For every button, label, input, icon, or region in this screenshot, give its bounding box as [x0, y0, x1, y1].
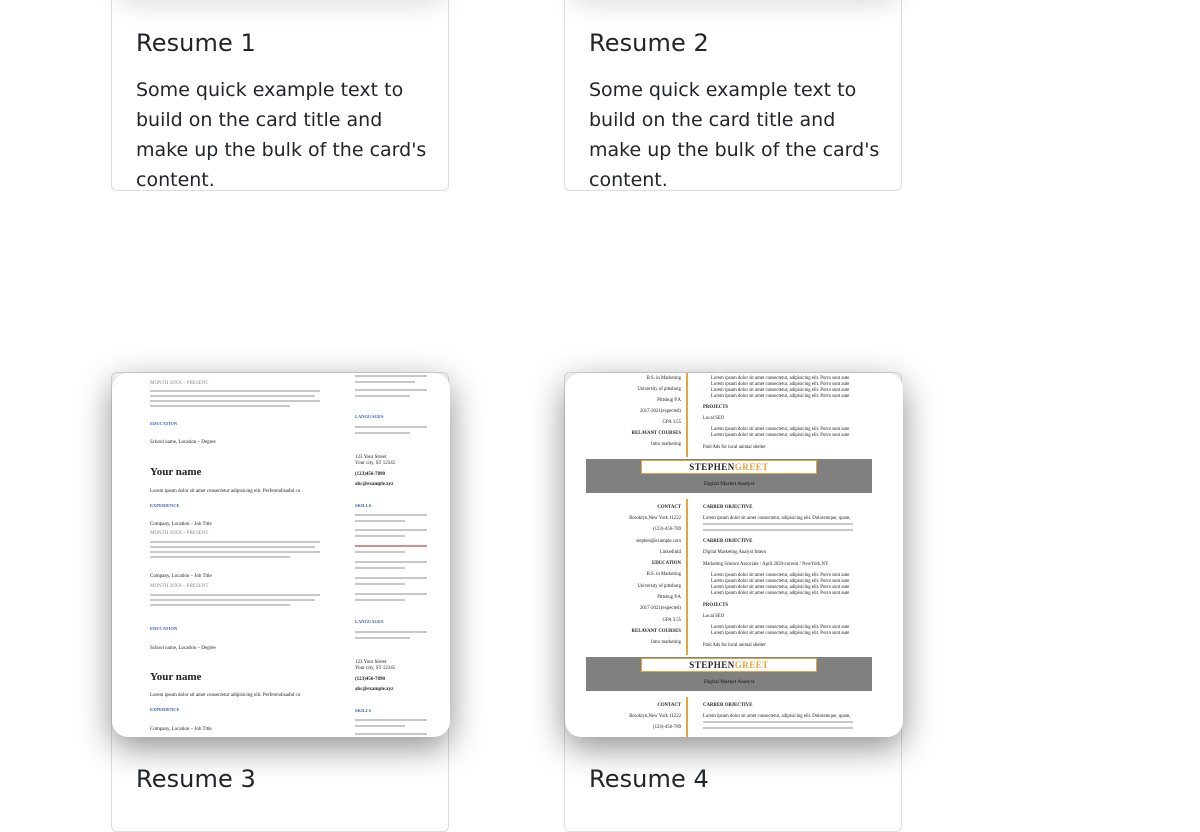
phone-text: (123)-456-789: [653, 527, 681, 532]
projects-heading: PROJECTS: [703, 603, 729, 608]
phone-text: (123)456-7890: [355, 677, 385, 682]
dates-text: MONTH 20XX – PRESENT: [150, 584, 209, 589]
contact-heading: CONTACT: [657, 505, 681, 510]
courses-heading: RELAVANT COURSES: [631, 629, 681, 634]
seo-text: Local SEO: [703, 416, 725, 421]
card-title: Resume 2: [589, 29, 709, 57]
school-text: School name, Location – Degree: [150, 646, 216, 651]
bullet-text: Lorem ipsum dolor sit amet consectetur, …: [711, 591, 850, 596]
degree-text: B.S. in Marketing: [646, 376, 681, 381]
degree-text: B.S. in Marketing: [646, 572, 681, 577]
projects-heading: PROJECTS: [703, 405, 729, 410]
career-heading: CARRER OBJECTIVE: [703, 505, 753, 510]
email-text: abc@example.xyz: [355, 482, 394, 487]
education-heading: EDUCATION: [150, 421, 178, 426]
bullet-text: Lorem ipsum dolor sit amet consectetur, …: [711, 433, 850, 438]
dates-text: MONTH 20XX – PRESENT: [150, 381, 209, 386]
linkedin-text: LinkedinId: [659, 550, 681, 555]
phone-text: (123)456-7890: [355, 472, 385, 477]
career-text: Lorem ipsum dolor sit amet consectetur, …: [703, 516, 851, 521]
courses-heading: RELAVANT COURSES: [631, 431, 681, 436]
languages-heading: LANGUAGES: [355, 619, 384, 624]
summary-text: Lorem ipsum dolor sit amet consectetur a…: [150, 489, 301, 494]
gpa-text: GPA 3.55: [662, 420, 682, 425]
company-text: Company, Location – Job Title: [150, 522, 212, 527]
seo-text: Local SEO: [703, 614, 725, 619]
resume-card-2[interactable]: Resume 2 Some quick example text to buil…: [564, 0, 902, 191]
skills-heading: SKILLS: [355, 708, 372, 713]
resume-3-thumbnail[interactable]: MONTH 20XX – PRESENT EDUCATION School na…: [112, 373, 450, 737]
location-text: Brooklyn,New York 11222: [629, 516, 681, 521]
card-title: Resume 4: [589, 765, 709, 793]
company-text: Company, Location – Job Title: [150, 727, 212, 732]
resume-name-box: STEPHENGREET: [641, 658, 817, 672]
summary-text: Lorem ipsum dolor sit amet consectetur a…: [150, 693, 301, 698]
bullet-text: Lorem ipsum dolor sit amet consectetur, …: [711, 631, 850, 636]
resume-3-document: MONTH 20XX – PRESENT EDUCATION School na…: [112, 373, 450, 737]
resume-name-box: STEPHENGREET: [641, 460, 817, 474]
first-name: STEPHEN: [689, 462, 735, 472]
years-text: 2017-2021(expected): [639, 606, 681, 611]
resume-name: Your name: [150, 671, 202, 683]
ads-text: Paid Ads for local animal shelter: [703, 643, 766, 648]
email-text: abc@example.xyz: [355, 687, 394, 692]
course-text: Intro marketing: [651, 442, 681, 447]
resume-header-band: STEPHENGREET Digital Market Analyst: [586, 459, 872, 493]
dates-text: MONTH 20XX – PRESENT: [150, 531, 209, 536]
city-text: Pittsbug P.A: [657, 595, 681, 600]
resume-card-3[interactable]: MONTH 20XX – PRESENT EDUCATION School na…: [111, 372, 450, 832]
contact-heading: CONTACT: [657, 703, 681, 708]
gpa-text: GPA 3.55: [662, 618, 682, 623]
email-text: stephen@example.com: [636, 539, 681, 544]
career-text: Lorem ipsum dolor sit amet consectetur, …: [703, 714, 851, 719]
ads-text: Paid Ads for local animal shelter: [703, 445, 766, 450]
resume-4-document: B.S. in Marketing University of pittsbur…: [565, 373, 903, 737]
role-text: Digital Market Analyst: [703, 481, 755, 487]
school-text: School name, Location – Degree: [150, 440, 216, 445]
role-text: Digital Market Analyst: [703, 679, 755, 685]
resume-4-thumbnail[interactable]: B.S. in Marketing University of pittsbur…: [565, 373, 903, 737]
last-name: GREET: [734, 660, 769, 670]
card-text: Some quick example text to build on the …: [136, 79, 427, 191]
intern-text: Digital Marketing Analyst Intern: [703, 550, 767, 555]
university-text: University of pittsburg: [637, 584, 681, 589]
company-text: Company, Location – Job Title: [150, 574, 212, 579]
university-text: University of pittsburg: [637, 387, 681, 392]
associate-text: Marketing Science Associate / April 2020…: [703, 562, 829, 567]
card-title: Resume 1: [136, 29, 256, 57]
card-text: Some quick example text to build on the …: [589, 79, 880, 191]
location-text: Brooklyn,New York 11222: [629, 714, 681, 719]
resume-name: Your name: [150, 466, 202, 478]
last-name: GREET: [734, 462, 769, 472]
phone-text: (123)-456-789: [653, 725, 681, 730]
first-name: STEPHEN: [689, 660, 735, 670]
career-heading: CARRER OBJECTIVE: [703, 703, 753, 708]
experience-heading: EXPERIENCE: [150, 707, 180, 712]
years-text: 2017-2021(expected): [639, 409, 681, 414]
education-heading: EDUCATION: [150, 626, 178, 631]
education-heading: EDUCATION: [652, 561, 681, 566]
address-line-2: Your city, ST 12345: [355, 461, 396, 466]
languages-heading: LANGUAGES: [355, 414, 384, 419]
experience-heading: EXPERIENCE: [150, 503, 180, 508]
resume-header-band: STEPHENGREET Digital Market Analyst: [586, 657, 872, 691]
address-line-2: Your city, ST 12345: [355, 666, 396, 671]
career-heading: CARRER OBJECTIVE: [703, 539, 753, 544]
city-text: Pittsbug P.A: [657, 398, 681, 403]
card-title: Resume 3: [136, 765, 256, 793]
course-text: Intro marketing: [651, 640, 681, 645]
resume-card-1[interactable]: Resume 1 Some quick example text to buil…: [111, 0, 449, 191]
resume-card-4[interactable]: B.S. in Marketing University of pittsbur…: [564, 372, 903, 832]
skills-heading: SKILLS: [355, 503, 372, 508]
bullet-text: Lorem ipsum dolor sit amet consectetur, …: [711, 394, 850, 399]
